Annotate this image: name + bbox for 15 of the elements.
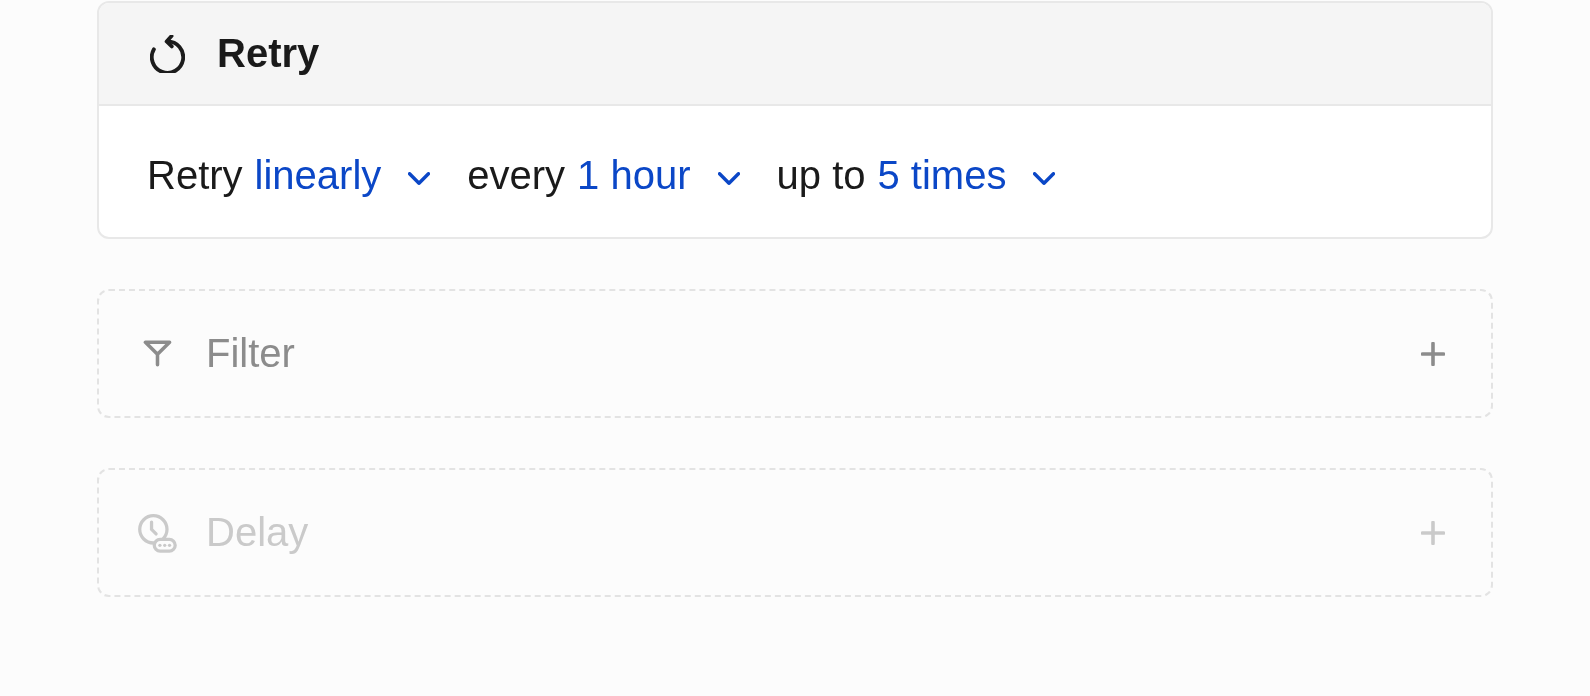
chevron-down-icon (1033, 172, 1056, 185)
step-label: Filter (206, 331, 295, 376)
clock-icon (137, 512, 177, 553)
dropdown-button[interactable]: 1 hour (577, 153, 740, 198)
chevron-down-icon (717, 172, 740, 185)
dropdown-button[interactable]: 5 times (877, 153, 1056, 198)
dropdown-button[interactable]: linearly (254, 153, 431, 198)
rule-text: every (467, 153, 566, 198)
rule-text: Retry (147, 153, 243, 198)
plus-icon[interactable] (1421, 341, 1445, 366)
rule-text: up to (776, 153, 866, 198)
retry-icon (150, 34, 185, 73)
filter-icon (142, 339, 172, 368)
card-title: Retry (217, 31, 320, 76)
chevron-down-icon (408, 172, 431, 185)
